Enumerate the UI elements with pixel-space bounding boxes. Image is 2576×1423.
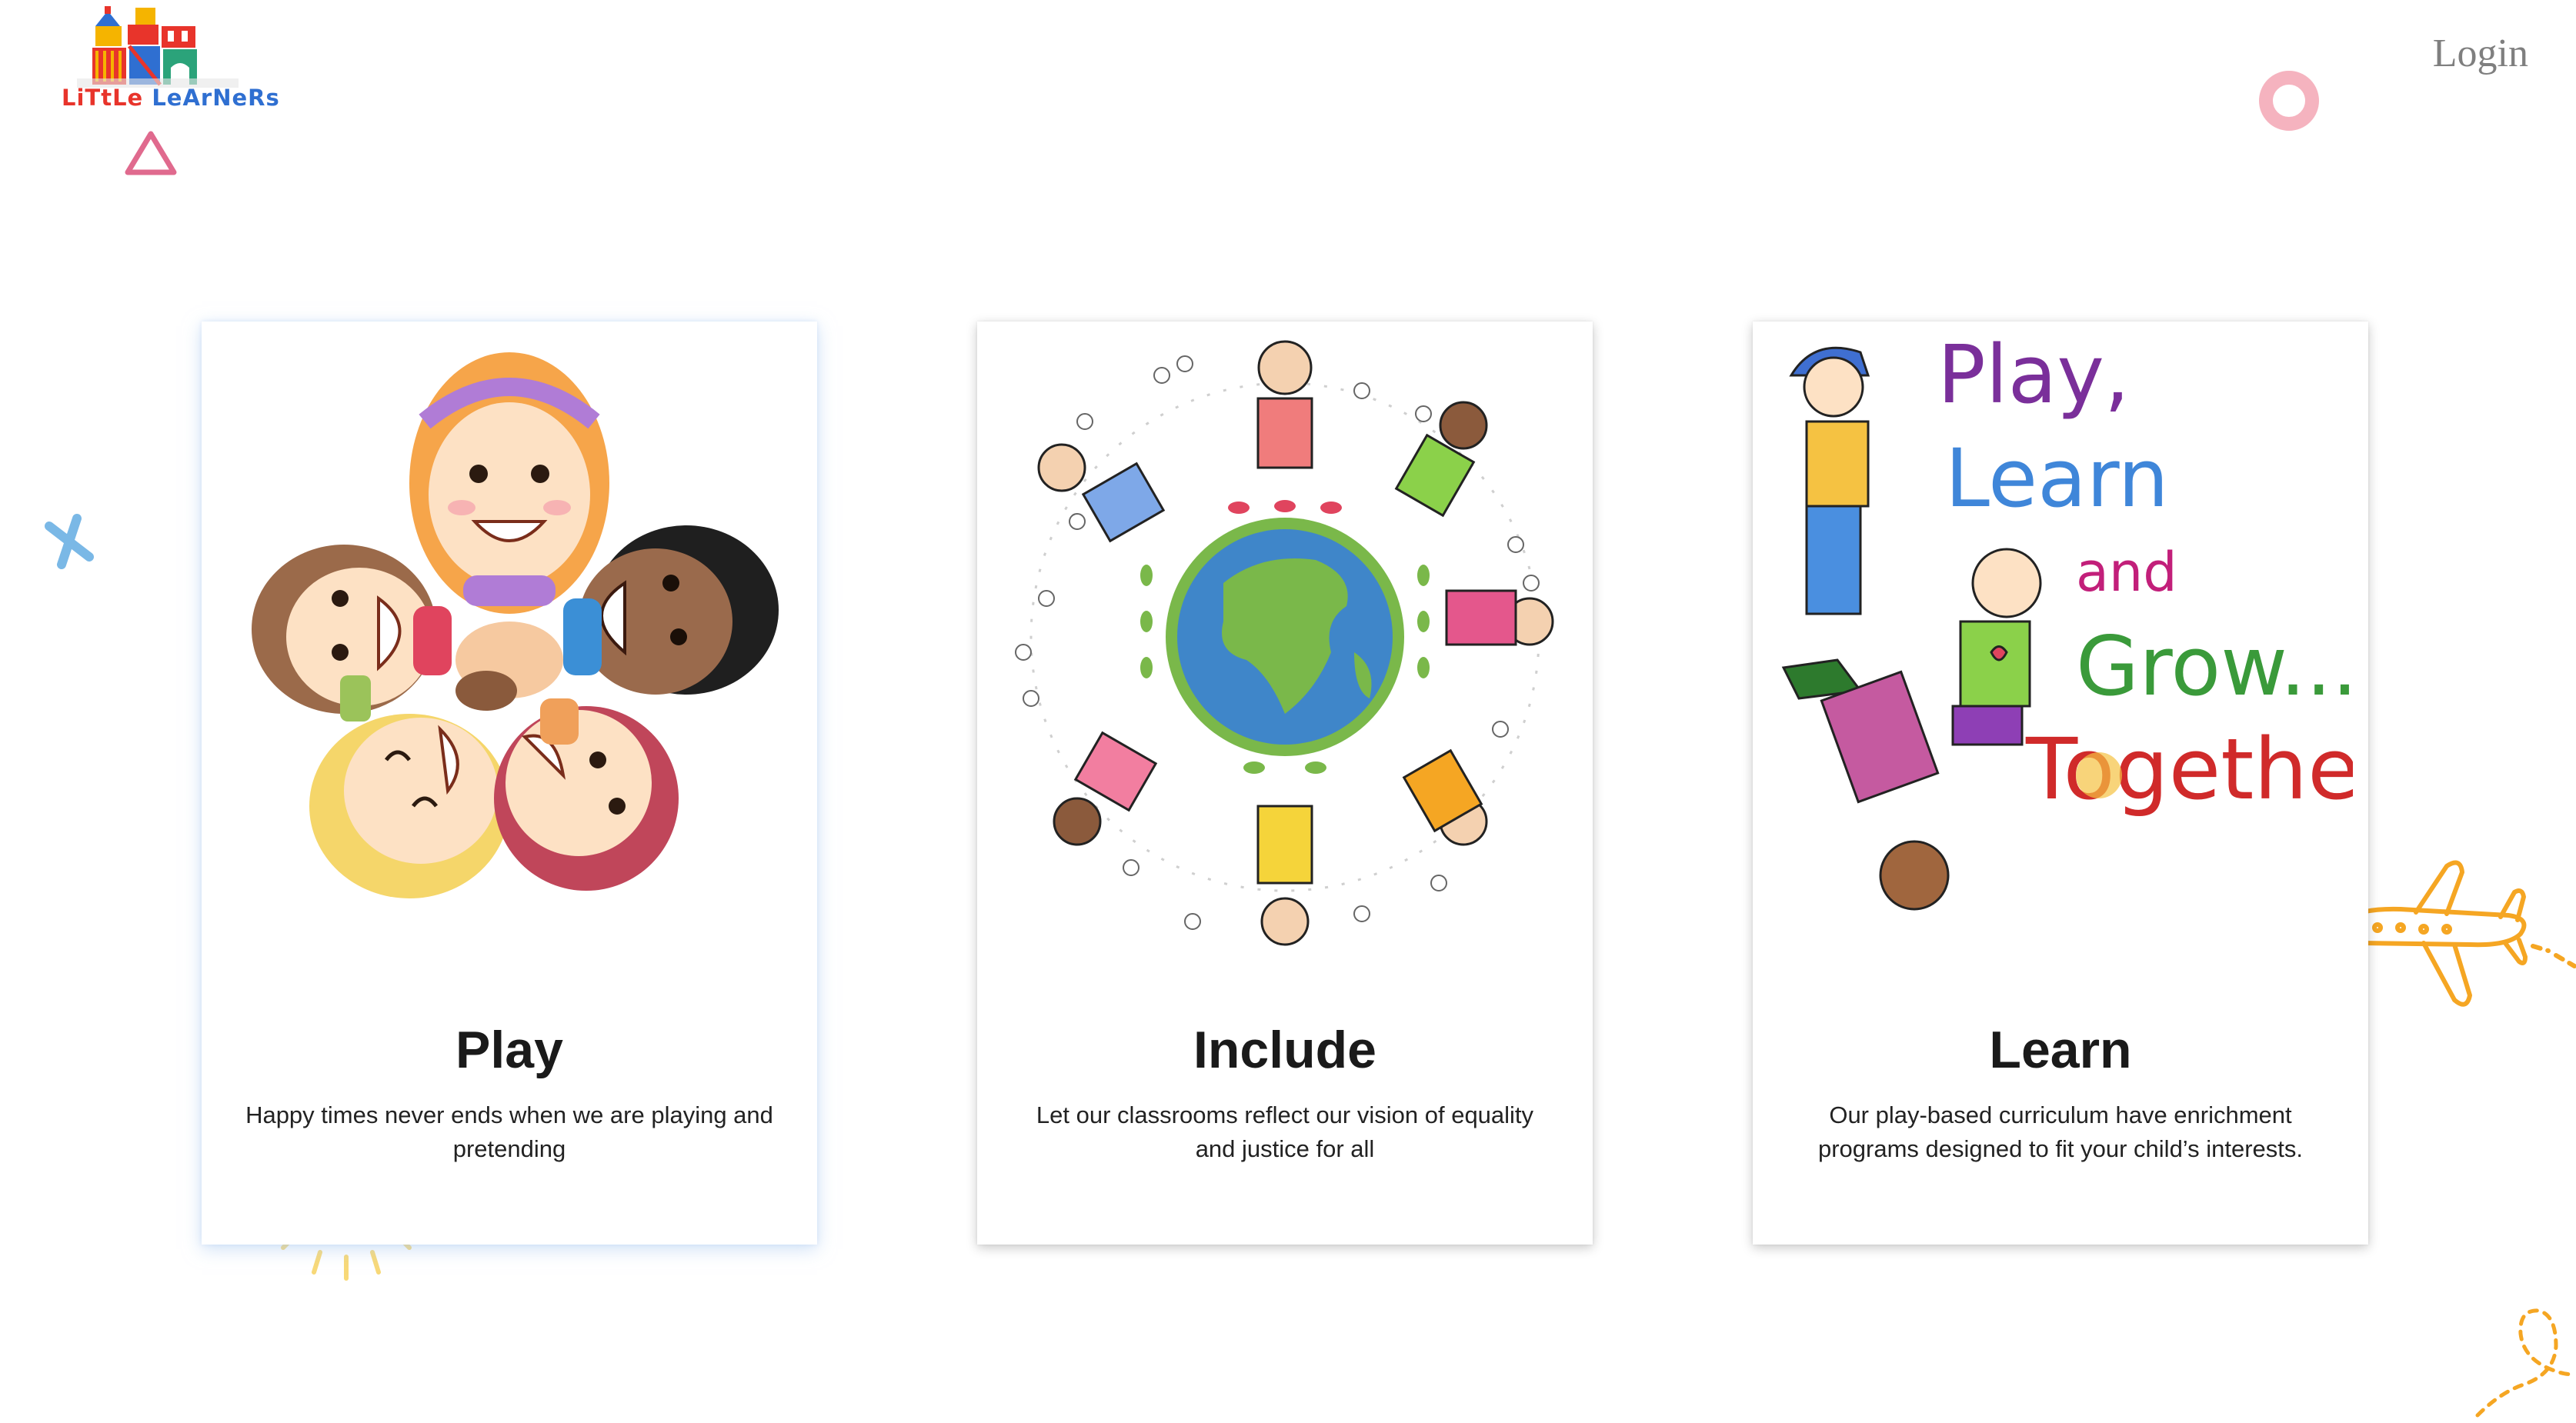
building-blocks-icon xyxy=(77,6,239,88)
play-learn-grow-illustration: Play, Learn and Grow... Together! xyxy=(1781,329,2353,911)
card-description: Happy times never ends when we are playi… xyxy=(245,1101,773,1162)
card-description: Our play-based curriculum have enrichmen… xyxy=(1817,1101,2304,1162)
card-title: Include xyxy=(1193,1021,1377,1079)
learn-art-line3: and xyxy=(2076,541,2177,604)
loop-trail-icon xyxy=(2475,1308,2575,1418)
card-include[interactable]: Include Let our classrooms reflect our v… xyxy=(977,322,1593,1245)
cross-icon xyxy=(45,514,94,569)
login-link[interactable]: Login xyxy=(2433,31,2528,76)
card-title: Learn xyxy=(1989,1021,2132,1079)
learn-art-line2: Learn xyxy=(1945,432,2169,525)
learn-art-line4: Grow... xyxy=(2076,619,2353,714)
learn-art-line1: Play, xyxy=(1937,329,2130,422)
card-description: Let our classrooms reflect our vision of… xyxy=(1036,1101,1534,1162)
site-logo[interactable]: LiTtLe LeArNeRs xyxy=(62,5,280,120)
children-around-globe-illustration xyxy=(1015,340,1554,946)
card-learn[interactable]: Play, Learn and Grow... Together! Learn … xyxy=(1753,322,2368,1245)
card-play[interactable]: Play Happy times never ends when we are … xyxy=(202,322,817,1245)
triangle-icon xyxy=(125,131,177,175)
children-huddle-illustration xyxy=(252,352,779,898)
learn-art-line5: Together! xyxy=(2025,720,2353,818)
card-title: Play xyxy=(455,1021,563,1079)
logo-wordmark: LiTtLe LeArNeRs xyxy=(62,85,280,111)
circle-icon xyxy=(2259,71,2319,131)
